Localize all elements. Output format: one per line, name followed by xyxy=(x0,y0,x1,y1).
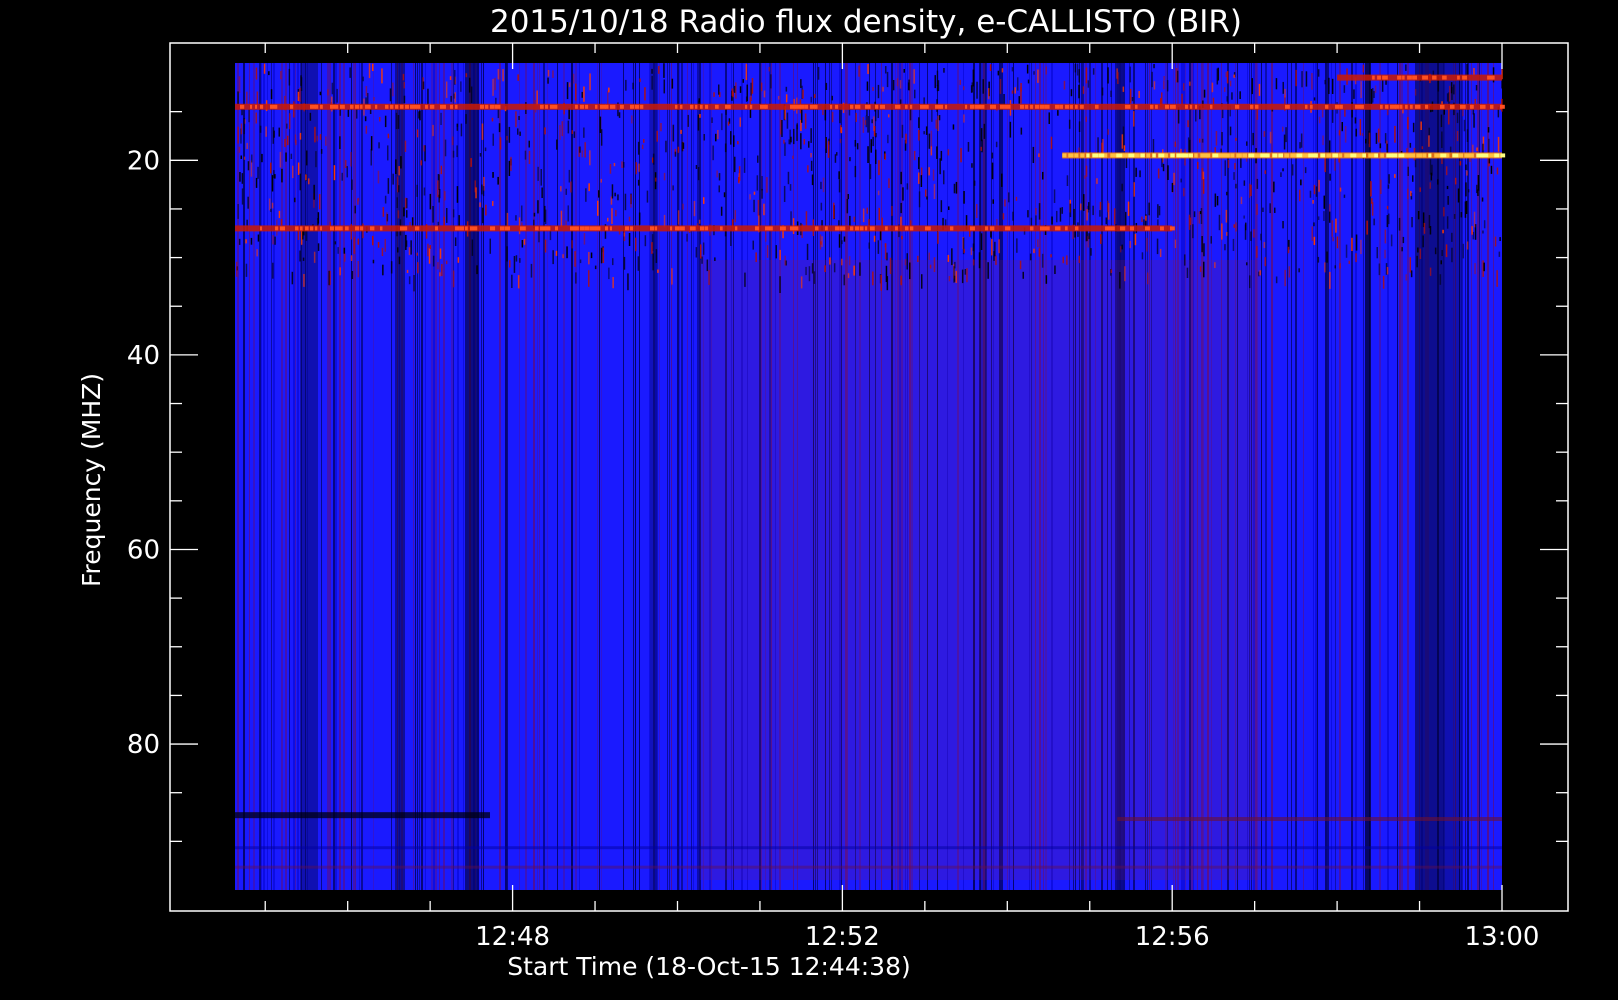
interference-band xyxy=(1062,152,1506,159)
y-tick-label: 40 xyxy=(127,341,160,371)
y-tick-label: 80 xyxy=(127,730,160,760)
interference-band xyxy=(235,103,1505,110)
interference-band xyxy=(235,225,1175,232)
y-tick-label: 20 xyxy=(127,146,160,176)
x-tick-label: 12:48 xyxy=(475,922,550,952)
x-tick-label: 13:00 xyxy=(1465,922,1540,952)
chart-title: 2015/10/18 Radio flux density, e-CALLIST… xyxy=(490,4,1242,40)
y-axis-label: Frequency (MHZ) xyxy=(77,373,106,587)
x-tick-label: 12:52 xyxy=(805,922,880,952)
x-axis-label: Start Time (18-Oct-15 12:44:38) xyxy=(507,952,910,981)
y-tick-label: 60 xyxy=(127,535,160,565)
x-tick-label: 12:56 xyxy=(1135,922,1210,952)
spectrogram-chart: 2015/10/18 Radio flux density, e-CALLIST… xyxy=(0,0,1618,1000)
interference-band xyxy=(1337,74,1502,81)
heatmap-image xyxy=(235,63,1506,890)
